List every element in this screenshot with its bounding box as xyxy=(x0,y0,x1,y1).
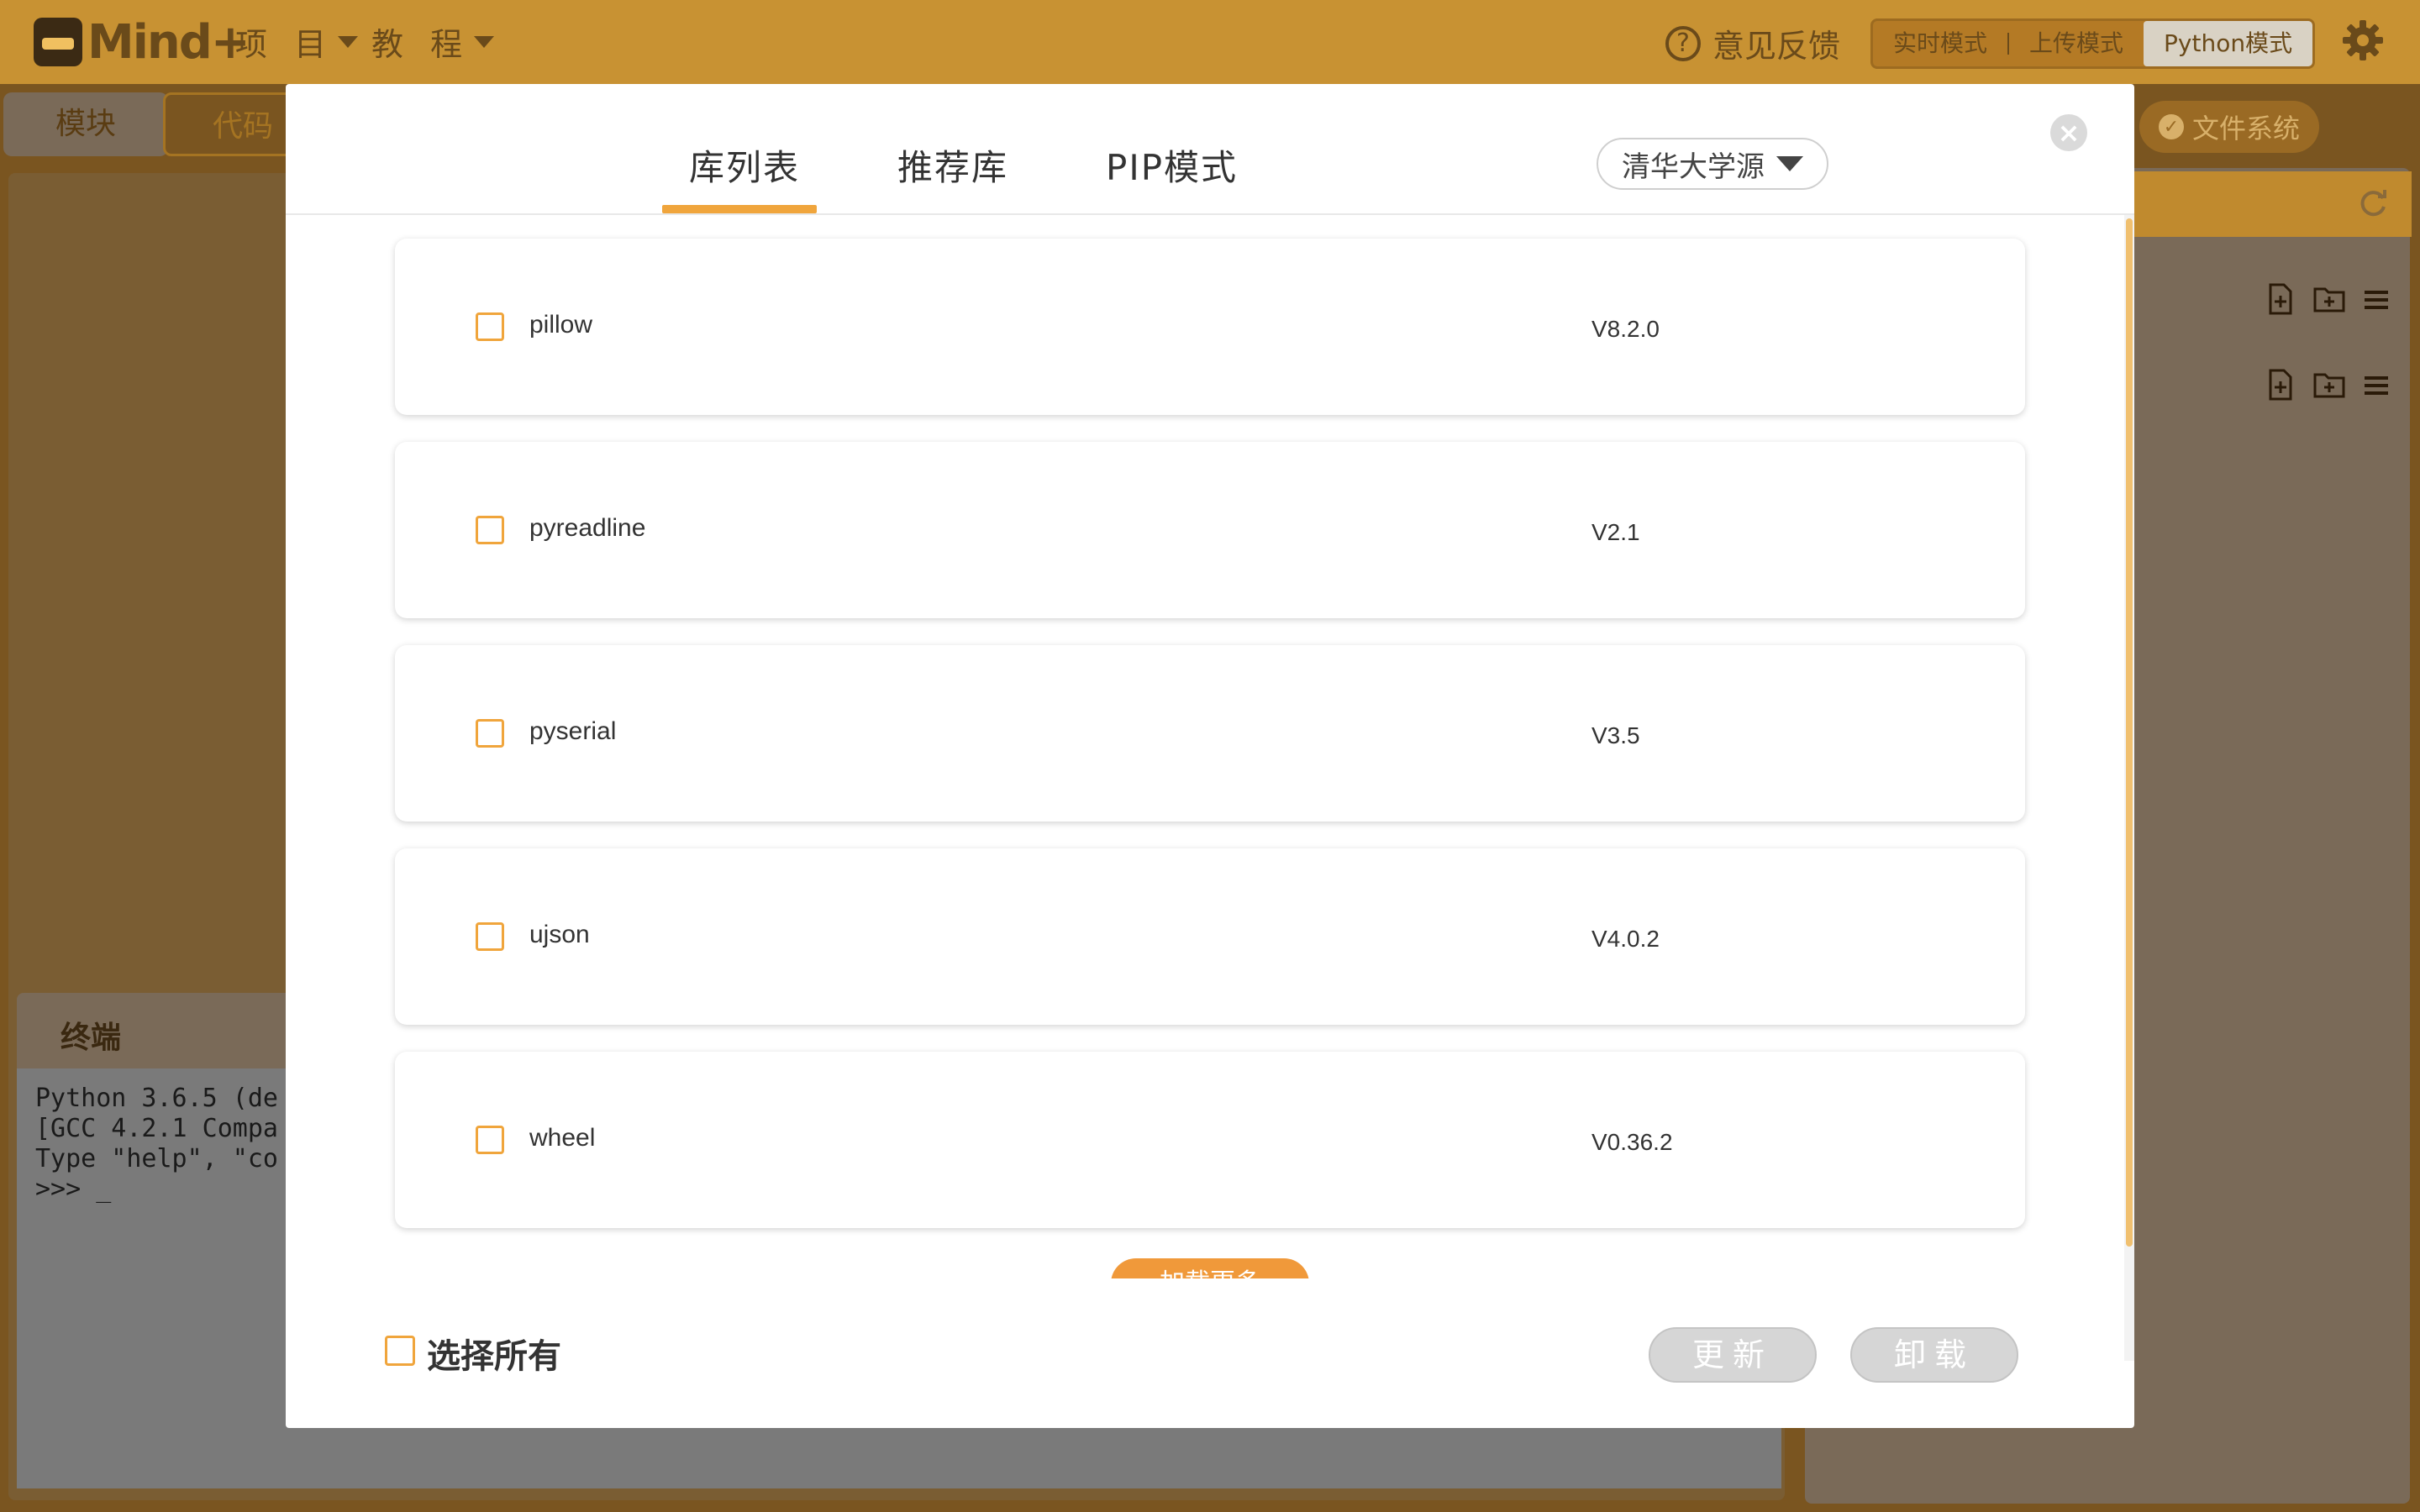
mindplus-logo: Mind+ xyxy=(34,12,250,72)
package-row: pyserial V3.5 xyxy=(395,645,2025,822)
package-name: pyreadline xyxy=(529,514,646,542)
tab-library-list[interactable]: 库列表 xyxy=(689,139,800,191)
select-all-checkbox[interactable] xyxy=(385,1336,415,1366)
mode-switcher: 实时模式 上传模式 Python模式 xyxy=(1870,18,2316,69)
uninstall-button[interactable]: 卸载 xyxy=(1850,1327,2018,1383)
source-select[interactable]: 清华大学源 xyxy=(1597,138,1828,190)
feedback-label: 意见反馈 xyxy=(1712,28,1841,65)
list-scrollbar-thumb[interactable] xyxy=(2126,218,2133,1247)
package-version: V0.36.2 xyxy=(1591,1129,1673,1155)
menu-project[interactable]: 项 目 xyxy=(235,18,359,65)
logo-text: Mind+ xyxy=(87,14,250,70)
menu-tutorial-label: 教 程 xyxy=(371,26,471,63)
terminal-line: [GCC 4.2.1 Compa xyxy=(35,1114,278,1143)
menu-icon[interactable] xyxy=(2360,282,2393,316)
package-version: V4.0.2 xyxy=(1591,926,1660,952)
refresh-icon[interactable] xyxy=(2356,186,2390,220)
robot-logo-icon xyxy=(34,18,82,66)
package-row: wheel V0.36.2 xyxy=(395,1052,2025,1228)
source-select-value: 清华大学源 xyxy=(1622,150,1765,184)
menu-tutorial[interactable]: 教 程 xyxy=(371,18,495,65)
package-name: wheel xyxy=(529,1124,596,1152)
package-version: V8.2.0 xyxy=(1591,316,1660,342)
new-file-icon[interactable] xyxy=(2264,368,2297,402)
tab-pip-mode[interactable]: PIP模式 xyxy=(1106,139,1238,191)
caret-down-icon xyxy=(1776,156,1803,171)
menu-icon[interactable] xyxy=(2360,368,2393,402)
close-button[interactable]: × xyxy=(2050,114,2087,151)
terminal-line: Type "help", "co xyxy=(35,1144,278,1173)
new-folder-icon[interactable] xyxy=(2312,282,2346,316)
file-system-button[interactable]: ✓ 文件系统 xyxy=(2139,101,2319,153)
chevron-down-icon xyxy=(338,35,359,48)
package-checkbox[interactable] xyxy=(476,516,504,544)
new-file-icon[interactable] xyxy=(2264,282,2297,316)
package-checkbox[interactable] xyxy=(476,719,504,748)
active-tab-indicator xyxy=(662,205,817,213)
tab-recommended[interactable]: 推荐库 xyxy=(897,139,1008,191)
package-checkbox[interactable] xyxy=(476,922,504,951)
new-folder-icon[interactable] xyxy=(2312,368,2346,402)
terminal-line: Python 3.6.5 (de xyxy=(35,1084,278,1113)
load-more-button[interactable]: 加载更多 xyxy=(1111,1258,1309,1278)
library-manager-dialog: 库列表 推荐库 PIP模式 清华大学源 × pillow V8.2.0 pyre… xyxy=(286,84,2134,1428)
gear-icon[interactable] xyxy=(2341,18,2385,62)
terminal-output: Python 3.6.5 (de [GCC 4.2.1 Compa Type "he… xyxy=(35,1084,278,1205)
close-icon: × xyxy=(2057,117,2081,149)
package-row: ujson V4.0.2 xyxy=(395,848,2025,1025)
package-row: pillow V8.2.0 xyxy=(395,239,2025,415)
package-name: pillow xyxy=(529,311,593,339)
mode-upload[interactable]: 上传模式 xyxy=(2009,21,2144,66)
top-bar: Mind+ 项 目 教 程 ? 意见反馈 实时模式 上传模式 Python模式 xyxy=(0,0,2420,84)
file-system-label: 文件系统 xyxy=(2191,113,2300,144)
check-circle-icon: ✓ xyxy=(2158,114,2184,139)
question-icon: ? xyxy=(1665,25,1701,61)
package-version: V2.1 xyxy=(1591,519,1640,545)
mode-realtime[interactable]: 实时模式 xyxy=(1873,21,2007,66)
package-name: ujson xyxy=(529,921,590,948)
package-checkbox[interactable] xyxy=(476,1126,504,1154)
terminal-title: 终端 xyxy=(60,1021,122,1055)
tab-blocks[interactable]: 模块 xyxy=(3,92,168,156)
package-name: pyserial xyxy=(529,717,617,745)
mode-python[interactable]: Python模式 xyxy=(2144,21,2313,66)
select-all-label: 选择所有 xyxy=(427,1337,561,1376)
feedback-button[interactable]: ? 意见反馈 xyxy=(1665,20,1840,66)
package-row: pyreadline V2.1 xyxy=(395,442,2025,618)
terminal-line: >>> _ xyxy=(35,1174,112,1204)
package-checkbox[interactable] xyxy=(476,312,504,341)
dialog-tabs: 库列表 推荐库 PIP模式 清华大学源 × xyxy=(286,84,2134,215)
chevron-down-icon xyxy=(474,35,495,48)
update-button[interactable]: 更新 xyxy=(1649,1327,1817,1383)
package-version: V3.5 xyxy=(1591,722,1640,748)
menu-project-label: 项 目 xyxy=(235,26,335,63)
